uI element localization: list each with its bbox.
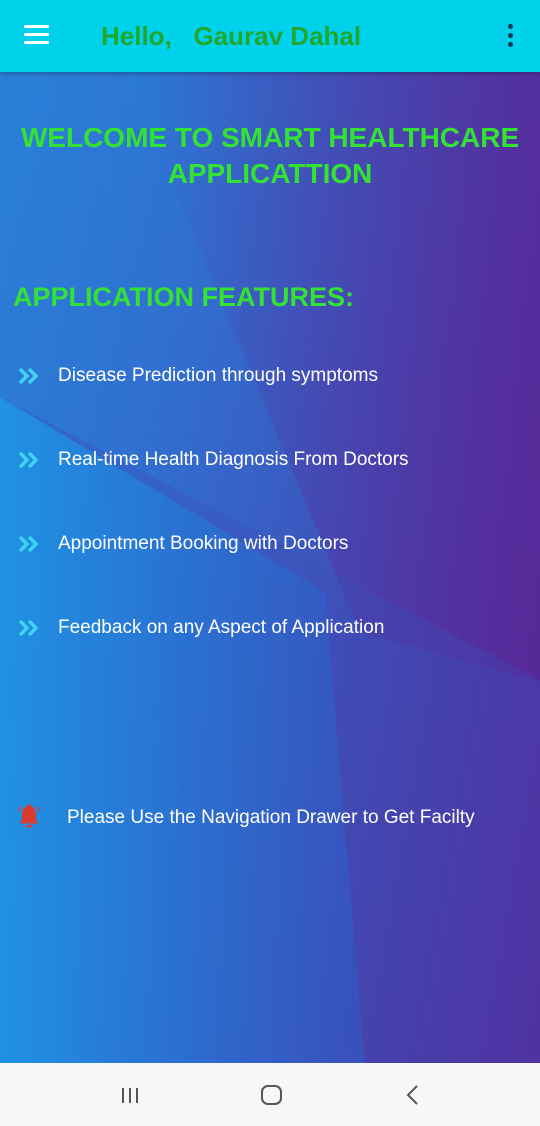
double-chevron-right-icon — [18, 367, 39, 385]
feature-item: Disease Prediction through symptoms — [0, 362, 540, 392]
feature-label: Feedback on any Aspect of Application — [58, 617, 385, 638]
welcome-line-2: APPLICATTION — [167, 158, 373, 189]
double-chevron-right-icon — [18, 619, 39, 637]
feature-item: Real-time Health Diagnosis From Doctors — [0, 446, 540, 476]
feature-label: Disease Prediction through symptoms — [58, 365, 378, 386]
back-icon[interactable] — [398, 1081, 428, 1109]
system-navigation-bar — [0, 1063, 540, 1126]
more-vert-icon[interactable] — [498, 22, 524, 50]
feature-label: Appointment Booking with Doctors — [58, 533, 349, 554]
feature-item: Feedback on any Aspect of Application — [0, 614, 540, 644]
recents-icon[interactable] — [116, 1081, 146, 1109]
double-chevron-right-icon — [18, 451, 39, 469]
navigation-notice: Please Use the Navigation Drawer to Get … — [0, 803, 540, 833]
features-heading: APPLICATION FEATURES: — [13, 282, 354, 312]
background-shapes — [0, 72, 540, 1063]
feature-item: Appointment Booking with Doctors — [0, 530, 540, 560]
bell-icon — [18, 804, 40, 828]
home-icon[interactable] — [257, 1081, 287, 1109]
welcome-heading: WELCOME TO SMART HEALTHCARE APPLICATTION — [20, 120, 520, 192]
app-bar: Hello, Gaurav Dahal — [0, 0, 540, 72]
welcome-line-1: WELCOME TO SMART HEALTHCARE — [20, 122, 520, 153]
main-content: WELCOME TO SMART HEALTHCARE APPLICATTION… — [0, 72, 540, 1063]
double-chevron-right-icon — [18, 535, 39, 553]
feature-label: Real-time Health Diagnosis From Doctors — [58, 449, 409, 470]
notice-label: Please Use the Navigation Drawer to Get … — [67, 807, 475, 828]
app-title: Hello, Gaurav Dahal — [101, 21, 362, 51]
hamburger-menu-icon[interactable] — [24, 25, 49, 45]
